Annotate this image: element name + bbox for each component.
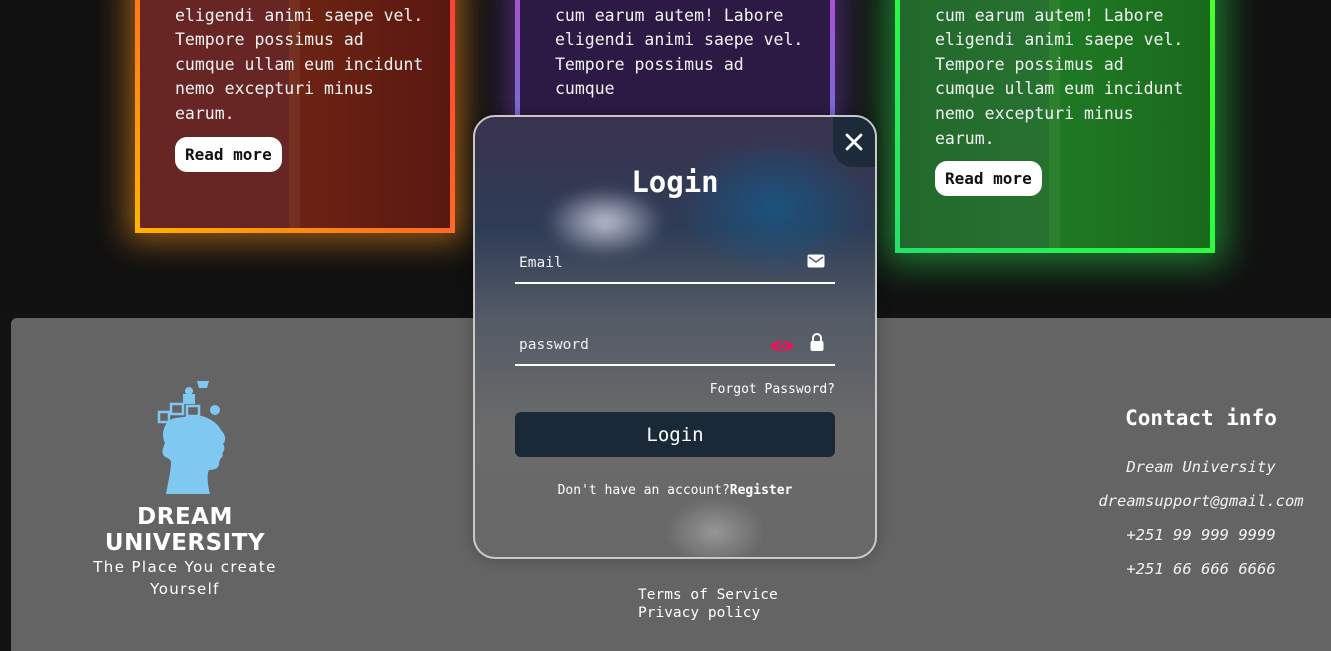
contact-phone-1[interactable]: +251 99 999 9999 [1071, 518, 1331, 552]
contact-title: Contact info [1125, 406, 1277, 430]
password-field-wrap [515, 326, 835, 366]
lock-icon [810, 333, 824, 351]
envelope-icon [807, 254, 825, 268]
contact-phone-2[interactable]: +251 66 666 6666 [1071, 552, 1331, 586]
register-prompt: Don't have an account?Register [475, 483, 875, 498]
contact-name: Dream University [1126, 458, 1276, 476]
read-more-button[interactable]: Read more [175, 136, 282, 172]
contact-email[interactable]: dreamsupport@gmail.com [1071, 484, 1331, 518]
legal-links: Terms of Service Privacy policy [638, 586, 778, 622]
card-3: Illum laboriosam ullam cum earum autem! … [895, 0, 1215, 253]
forgot-password-link[interactable]: Forgot Password? [710, 382, 835, 397]
privacy-link[interactable]: Privacy policy [638, 604, 778, 622]
contact-info: Contact info Dream University dreamsuppo… [1071, 406, 1331, 586]
login-modal: Login Forgot Password? Login Don't have … [473, 115, 877, 559]
card-1-text: cum earum autem! Labore eligendi animi s… [175, 5, 424, 123]
brand-tagline: The Place You create Yourself [93, 558, 277, 598]
puzzle-head-icon [157, 381, 226, 494]
email-field-wrap [515, 244, 835, 284]
close-button[interactable] [833, 117, 875, 167]
register-prompt-text: Don't have an account? [557, 483, 730, 498]
eye-icon[interactable] [769, 338, 795, 354]
close-icon [845, 133, 863, 151]
card-2-text: Illum laboriosam ullam cum earum autem! … [555, 5, 804, 99]
email-input[interactable] [515, 244, 765, 282]
card-1: cum earum autem! Labore eligendi animi s… [135, 0, 455, 233]
brand-name: DREAM UNIVERSITY [104, 504, 266, 556]
password-input[interactable] [515, 326, 765, 364]
login-title: Login [631, 165, 719, 199]
register-link[interactable]: Register [730, 483, 793, 498]
card-3-text: Illum laboriosam ullam cum earum autem! … [935, 5, 1184, 148]
footer-logo-block: DREAM UNIVERSITY The Place You create Yo… [60, 378, 310, 600]
login-button[interactable]: Login [515, 412, 835, 457]
terms-link[interactable]: Terms of Service [638, 586, 778, 604]
read-more-button[interactable]: Read more [935, 161, 1042, 197]
